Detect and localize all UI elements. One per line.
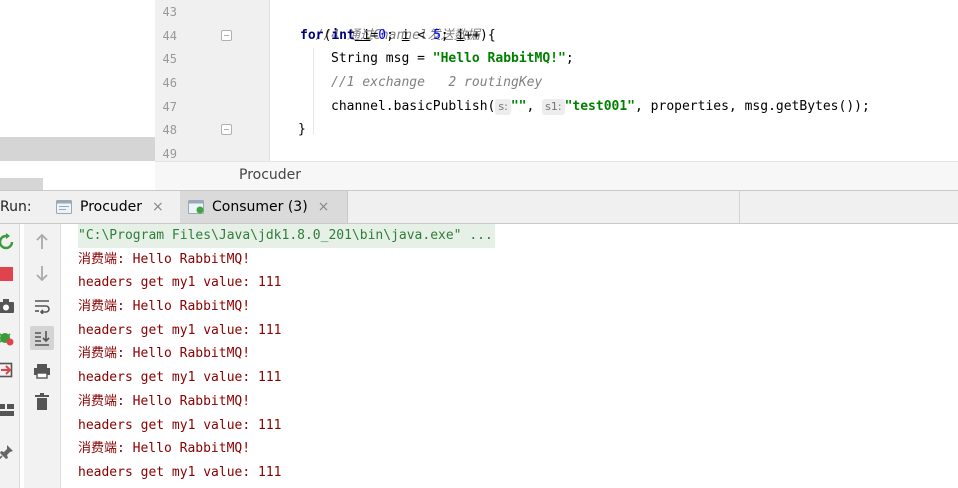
pin-icon[interactable] [0, 442, 16, 462]
console-line: headers get my1 value: 111 [78, 323, 282, 338]
code-line-48: } [298, 118, 306, 142]
code-number: 0 [378, 28, 387, 43]
tab-label: Consumer (3) [212, 199, 308, 215]
line-number: 43 [162, 5, 177, 19]
code-token: ++){ [464, 28, 496, 43]
project-tree-panel [0, 0, 155, 190]
code-comment: //1 exchange 2 routingKey [331, 75, 543, 90]
scroll-to-end-icon[interactable] [30, 326, 54, 350]
tab-label: Procuder [80, 199, 143, 215]
console-line: 消费端: Hello RabbitMQ! [78, 394, 251, 409]
line-number: 48 [162, 123, 177, 137]
console-command-line: "C:\Program Files\Java\jdk1.8.0_201\bin\… [78, 224, 495, 248]
project-tree-scrollbar[interactable] [0, 178, 43, 190]
code-token: , properties, msg.getBytes()); [635, 99, 870, 114]
keyword-int: int [331, 28, 355, 43]
code-token: i [401, 28, 410, 43]
fold-marker-icon[interactable] [221, 124, 232, 135]
project-tree-selected-row[interactable] [0, 137, 155, 161]
code-number: 5 [433, 28, 441, 43]
line-number: 47 [162, 100, 177, 114]
code-token: String msg = [331, 51, 433, 66]
console-line: 消费端: Hello RabbitMQ! [78, 346, 251, 361]
console-icon [56, 200, 72, 214]
console-line: headers get my1 value: 111 [78, 418, 282, 433]
breadcrumb: Procuder [155, 161, 958, 190]
indent-guide [313, 48, 314, 134]
code-token: , [526, 99, 543, 114]
soft-wrap-icon[interactable] [32, 296, 52, 316]
code-line-45: String msg = "Hello RabbitMQ!"; [331, 47, 574, 71]
breadcrumb-item[interactable]: Procuder [239, 167, 301, 183]
tab-consumer[interactable]: Consumer (3) × [180, 191, 348, 223]
stop-icon[interactable] [0, 264, 16, 284]
console-line: 消费端: Hello RabbitMQ! [78, 299, 251, 314]
close-icon[interactable]: × [318, 199, 330, 215]
run-tool-window-header: Run: Procuder × Consumer (3) × [0, 190, 958, 224]
code-line-46: //1 exchange 2 routingKey [331, 71, 542, 95]
console-line: 消费端: Hello RabbitMQ! [78, 252, 251, 267]
exit-icon[interactable] [0, 360, 16, 380]
console-line: headers get my1 value: 111 [78, 275, 282, 290]
keyword-for: for [300, 28, 324, 43]
code-string: "Hello RabbitMQ!" [432, 51, 566, 66]
code-token: } [298, 122, 306, 137]
parameter-hint: s1: [542, 99, 565, 115]
console-line: headers get my1 value: 111 [78, 370, 282, 385]
parameter-hint: s: [495, 99, 511, 115]
tab-strip-filler [348, 191, 740, 223]
console-running-icon [188, 200, 204, 214]
debug-restore-icon[interactable] [0, 328, 16, 348]
code-string: "test001" [564, 99, 636, 114]
layout-icon[interactable] [0, 400, 16, 420]
rerun-icon[interactable] [0, 232, 16, 252]
arrow-up-icon[interactable] [32, 232, 52, 252]
line-number: 45 [162, 52, 177, 66]
run-label: Run: [0, 199, 32, 215]
code-token: ; [386, 28, 402, 43]
line-number: 44 [162, 29, 177, 43]
code-token: i [354, 28, 371, 43]
code-string: "" [510, 99, 527, 114]
console-line: headers get my1 value: 111 [78, 465, 282, 480]
tab-procuder[interactable]: Procuder × [48, 191, 180, 223]
close-icon[interactable]: × [152, 199, 164, 215]
fold-marker-icon[interactable] [221, 30, 232, 41]
code-token: < [409, 28, 434, 43]
line-number: 46 [162, 76, 177, 90]
console-output[interactable]: "C:\Program Files\Java\jdk1.8.0_201\bin\… [62, 224, 958, 488]
code-token: channel.basicPublish( [331, 99, 496, 114]
code-line-44: for(int i=0; i < 5; i++){ [300, 24, 496, 48]
console-line: 消费端: Hello RabbitMQ! [78, 441, 251, 456]
trash-icon[interactable] [32, 392, 52, 412]
camera-icon[interactable] [0, 296, 16, 316]
code-token: ; [440, 28, 457, 43]
print-icon[interactable] [32, 361, 52, 381]
arrow-down-icon[interactable] [32, 263, 52, 283]
code-token: ; [565, 51, 574, 66]
code-line-47: channel.basicPublish(s: "", s1: "test001",… [331, 95, 870, 119]
run-toolbar-primary [0, 224, 20, 488]
run-toolbar-secondary [24, 224, 61, 488]
